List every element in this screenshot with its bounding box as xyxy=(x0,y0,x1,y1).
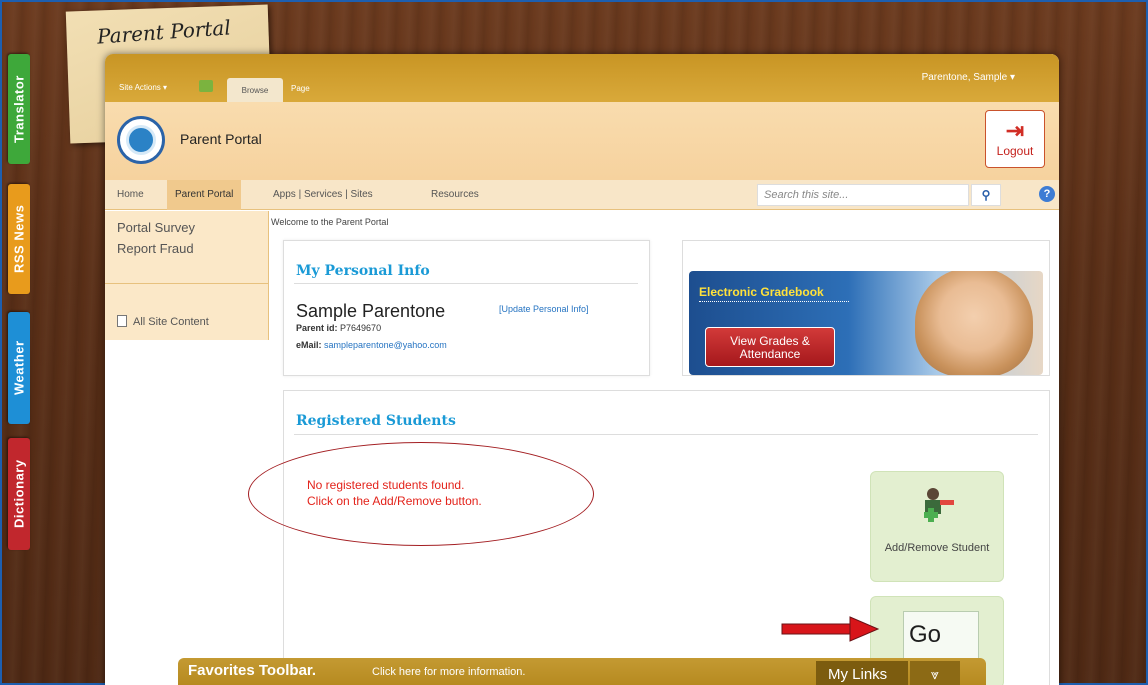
parent-name: Sample Parentone xyxy=(296,301,446,321)
message-line-2: Click on the Add/Remove button. xyxy=(307,494,482,508)
all-site-content-label: All Site Content xyxy=(133,316,209,328)
nav-resources[interactable]: Resources xyxy=(431,189,479,200)
email-link[interactable]: sampleparentone@yahoo.com xyxy=(324,340,447,350)
favorites-toolbar-info[interactable]: Click here for more information. xyxy=(372,666,525,678)
add-remove-student-icon xyxy=(924,488,954,522)
logo-emblem-icon xyxy=(126,125,156,155)
dictionary-tab[interactable]: Dictionary xyxy=(8,438,30,550)
view-grades-button[interactable]: View Grades & Attendance xyxy=(705,327,835,367)
gradebook-banner[interactable]: Electronic Gradebook View Grades & Atten… xyxy=(689,271,1043,375)
navigate-up-icon[interactable] xyxy=(199,80,213,92)
personal-info-title: My Personal Info xyxy=(296,263,430,279)
search-input[interactable]: Search this site... xyxy=(757,184,969,206)
no-students-message: No registered students found. Click on t… xyxy=(307,477,482,509)
nav-home[interactable]: Home xyxy=(117,189,144,200)
registered-students-title: Registered Students xyxy=(296,413,456,429)
student-photo xyxy=(915,271,1033,375)
registered-students-box: Registered Students No registered studen… xyxy=(248,390,1050,685)
logout-label: Logout xyxy=(996,144,1034,158)
search-icon: ⚲ xyxy=(981,188,991,202)
ribbon-bar: Site Actions ▾ Browse Page Parentone, Sa… xyxy=(105,54,1059,102)
parent-email: eMail: sampleparentone@yahoo.com xyxy=(296,340,447,350)
left-nav-portal-survey[interactable]: Portal Survey xyxy=(117,220,195,235)
site-logo[interactable] xyxy=(117,116,165,164)
left-nav-report-fraud[interactable]: Report Fraud xyxy=(117,241,194,256)
expand-toolbar-button[interactable]: ⩔ xyxy=(910,661,960,685)
user-menu[interactable]: Parentone, Sample ▾ xyxy=(922,72,1015,83)
add-remove-student-button[interactable]: Add/Remove Student xyxy=(870,471,1004,582)
left-nav-all-site-content[interactable]: All Site Content xyxy=(117,315,209,328)
parent-id-label: Parent id: xyxy=(296,323,338,333)
document-icon xyxy=(117,315,127,327)
tab-page[interactable]: Page xyxy=(291,84,310,93)
favorites-toolbar[interactable]: Favorites Toolbar. Click here for more i… xyxy=(178,658,986,685)
site-title[interactable]: Parent Portal xyxy=(180,131,262,147)
personal-info-box: My Personal Info Sample Parentone [Updat… xyxy=(283,240,650,376)
search-button[interactable]: ⚲ xyxy=(971,184,1001,206)
banner-divider xyxy=(699,301,849,302)
site-header: Parent Portal ⇥ Logout xyxy=(105,102,1059,180)
nav-parent-portal[interactable]: Parent Portal xyxy=(167,180,242,210)
add-remove-label: Add/Remove Student xyxy=(884,542,990,554)
site-actions-menu[interactable]: Site Actions ▾ xyxy=(119,83,167,92)
red-arrow-icon xyxy=(781,616,880,642)
portal-panel: Site Actions ▾ Browse Page Parentone, Sa… xyxy=(105,54,1059,685)
left-nav-divider xyxy=(105,283,268,284)
left-nav: Portal Survey Report Fraud All Site Cont… xyxy=(105,211,269,340)
logout-button[interactable]: ⇥ Logout xyxy=(985,110,1045,168)
welcome-text: Welcome to the Parent Portal xyxy=(271,217,389,227)
gradebook-banner-box: Electronic Gradebook View Grades & Atten… xyxy=(682,240,1050,376)
banner-title: Electronic Gradebook xyxy=(699,285,824,299)
translator-tab[interactable]: Translator xyxy=(8,54,30,164)
top-nav: Home Parent Portal Apps | Services | Sit… xyxy=(105,180,1059,210)
rss-news-tab[interactable]: RSS News xyxy=(8,184,30,294)
divider xyxy=(294,283,638,284)
weather-tab[interactable]: Weather xyxy=(8,312,30,424)
my-links-button[interactable]: My Links xyxy=(816,661,908,685)
tab-browse[interactable]: Browse xyxy=(227,78,283,102)
favorites-toolbar-title: Favorites Toolbar. xyxy=(188,662,317,679)
chevron-down-icon: ⩔ xyxy=(931,665,939,682)
parent-id: Parent id: P7649670 xyxy=(296,323,381,333)
message-line-1: No registered students found. xyxy=(307,478,465,492)
nav-apps-services-sites[interactable]: Apps | Services | Sites xyxy=(273,189,373,200)
go-label: Go xyxy=(909,621,942,648)
update-personal-info-link[interactable]: [Update Personal Info] xyxy=(499,304,589,314)
help-icon[interactable]: ? xyxy=(1039,186,1055,202)
divider xyxy=(294,434,1038,435)
email-label: eMail: xyxy=(296,340,322,350)
parent-id-value: P7649670 xyxy=(340,323,382,333)
logout-icon: ⇥ xyxy=(1005,118,1025,143)
